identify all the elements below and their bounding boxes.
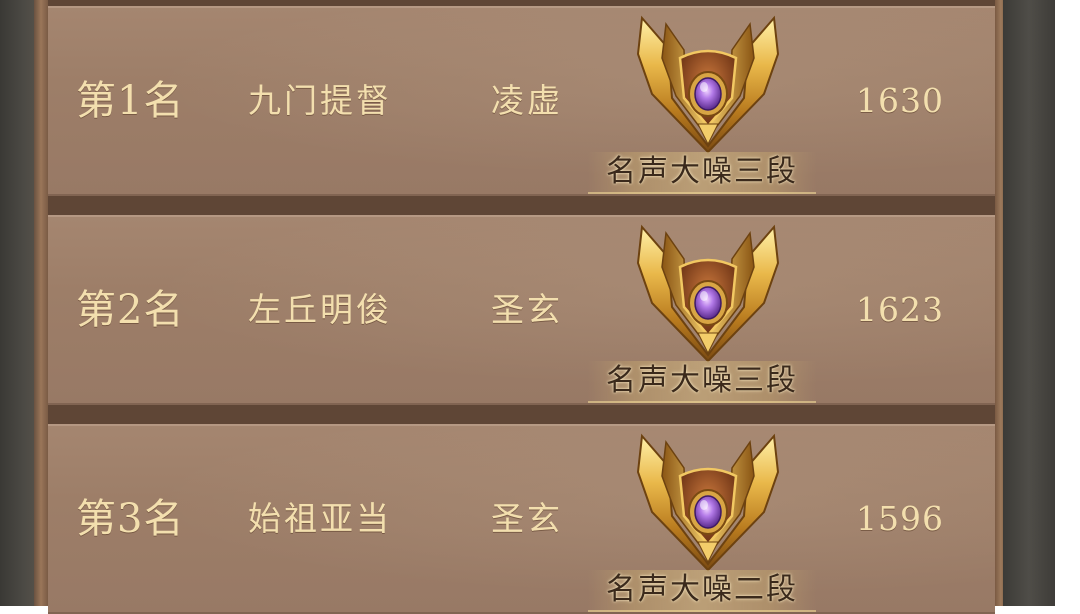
gold-crest-purple-gem-icon	[636, 434, 780, 572]
score-value: 1596	[856, 499, 944, 538]
score-value: 1630	[856, 81, 944, 120]
player-faction: 圣玄	[491, 499, 563, 538]
player-name: 始祖亚当	[248, 499, 392, 538]
tier-title: 名声大噪三段	[588, 152, 816, 194]
right-frame	[1003, 0, 1055, 606]
player-name: 左丘明俊	[248, 290, 392, 329]
leaderboard-row[interactable]: 第1名 九门提督 凌虚 名声大噪三段 1630	[48, 6, 995, 196]
leaderboard-panel: 第1名 九门提督 凌虚 名声大噪三段 1630 第2名 左丘明俊 圣玄 名声大噪…	[48, 0, 995, 614]
leaderboard-row[interactable]: 第2名 左丘明俊 圣玄 名声大噪三段 1623	[48, 215, 995, 405]
leaderboard-row[interactable]: 第3名 始祖亚当 圣玄 名声大噪二段 1596	[48, 424, 995, 614]
rank-label: 第1名	[76, 78, 185, 124]
score-value: 1623	[856, 290, 944, 329]
rank-label: 第3名	[76, 496, 185, 542]
player-faction: 凌虚	[491, 81, 563, 120]
player-faction: 圣玄	[491, 290, 563, 329]
left-frame-trim	[34, 0, 48, 606]
rank-label: 第2名	[76, 287, 185, 333]
player-name: 九门提督	[248, 81, 392, 120]
gold-crest-purple-gem-icon	[636, 16, 780, 154]
tier-title: 名声大噪三段	[588, 361, 816, 403]
ranking-screen: 第1名 九门提督 凌虚 名声大噪三段 1630 第2名 左丘明俊 圣玄 名声大噪…	[0, 0, 1080, 614]
left-frame	[0, 0, 38, 606]
gold-crest-purple-gem-icon	[636, 225, 780, 363]
